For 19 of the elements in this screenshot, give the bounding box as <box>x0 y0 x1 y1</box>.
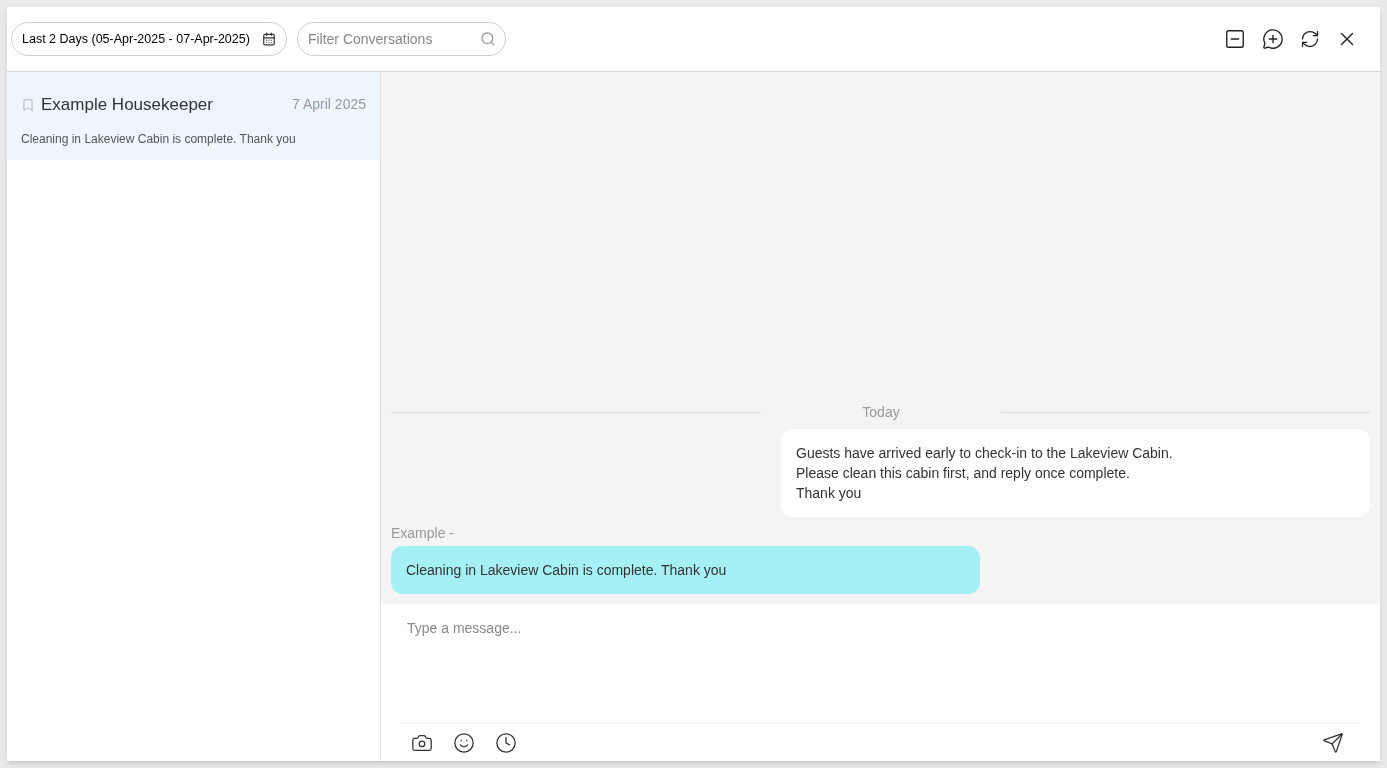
received-message: Cleaning in Lakeview Cabin is complete. Thank you <box>391 546 980 594</box>
refresh-button[interactable] <box>1300 29 1320 49</box>
minimize-button[interactable] <box>1224 28 1246 50</box>
message-input[interactable]: Type a message... <box>401 604 1360 723</box>
filter-field[interactable]: Filter Conversations <box>296 22 506 56</box>
day-divider: Today <box>861 403 901 422</box>
message-preview: Cleaning in Lakeview Cabin is complete. Thank you <box>21 130 297 148</box>
schedule-button[interactable] <box>495 731 517 754</box>
contact-name: Example Housekeeper <box>41 94 213 116</box>
search-icon <box>479 31 496 47</box>
conversation-date: 7 April 2025 <box>292 95 366 115</box>
emoji-button[interactable] <box>453 731 475 754</box>
sent-message: Guests have arrived early to check-in to the Lakeview Cabin. Please clean this cabin first, and reply once complete. Thank you <box>781 429 1370 517</box>
bookmark-icon <box>21 97 35 112</box>
calendar-icon <box>261 32 276 46</box>
sender-name: Example - <box>391 524 455 543</box>
conversation-item[interactable]: Example Housekeeper 7 April 2025 Cleaning in Lakeview Cabin is complete. Thank you <box>7 72 380 160</box>
new-chat-button[interactable] <box>1262 28 1284 50</box>
send-button[interactable] <box>1322 731 1344 754</box>
